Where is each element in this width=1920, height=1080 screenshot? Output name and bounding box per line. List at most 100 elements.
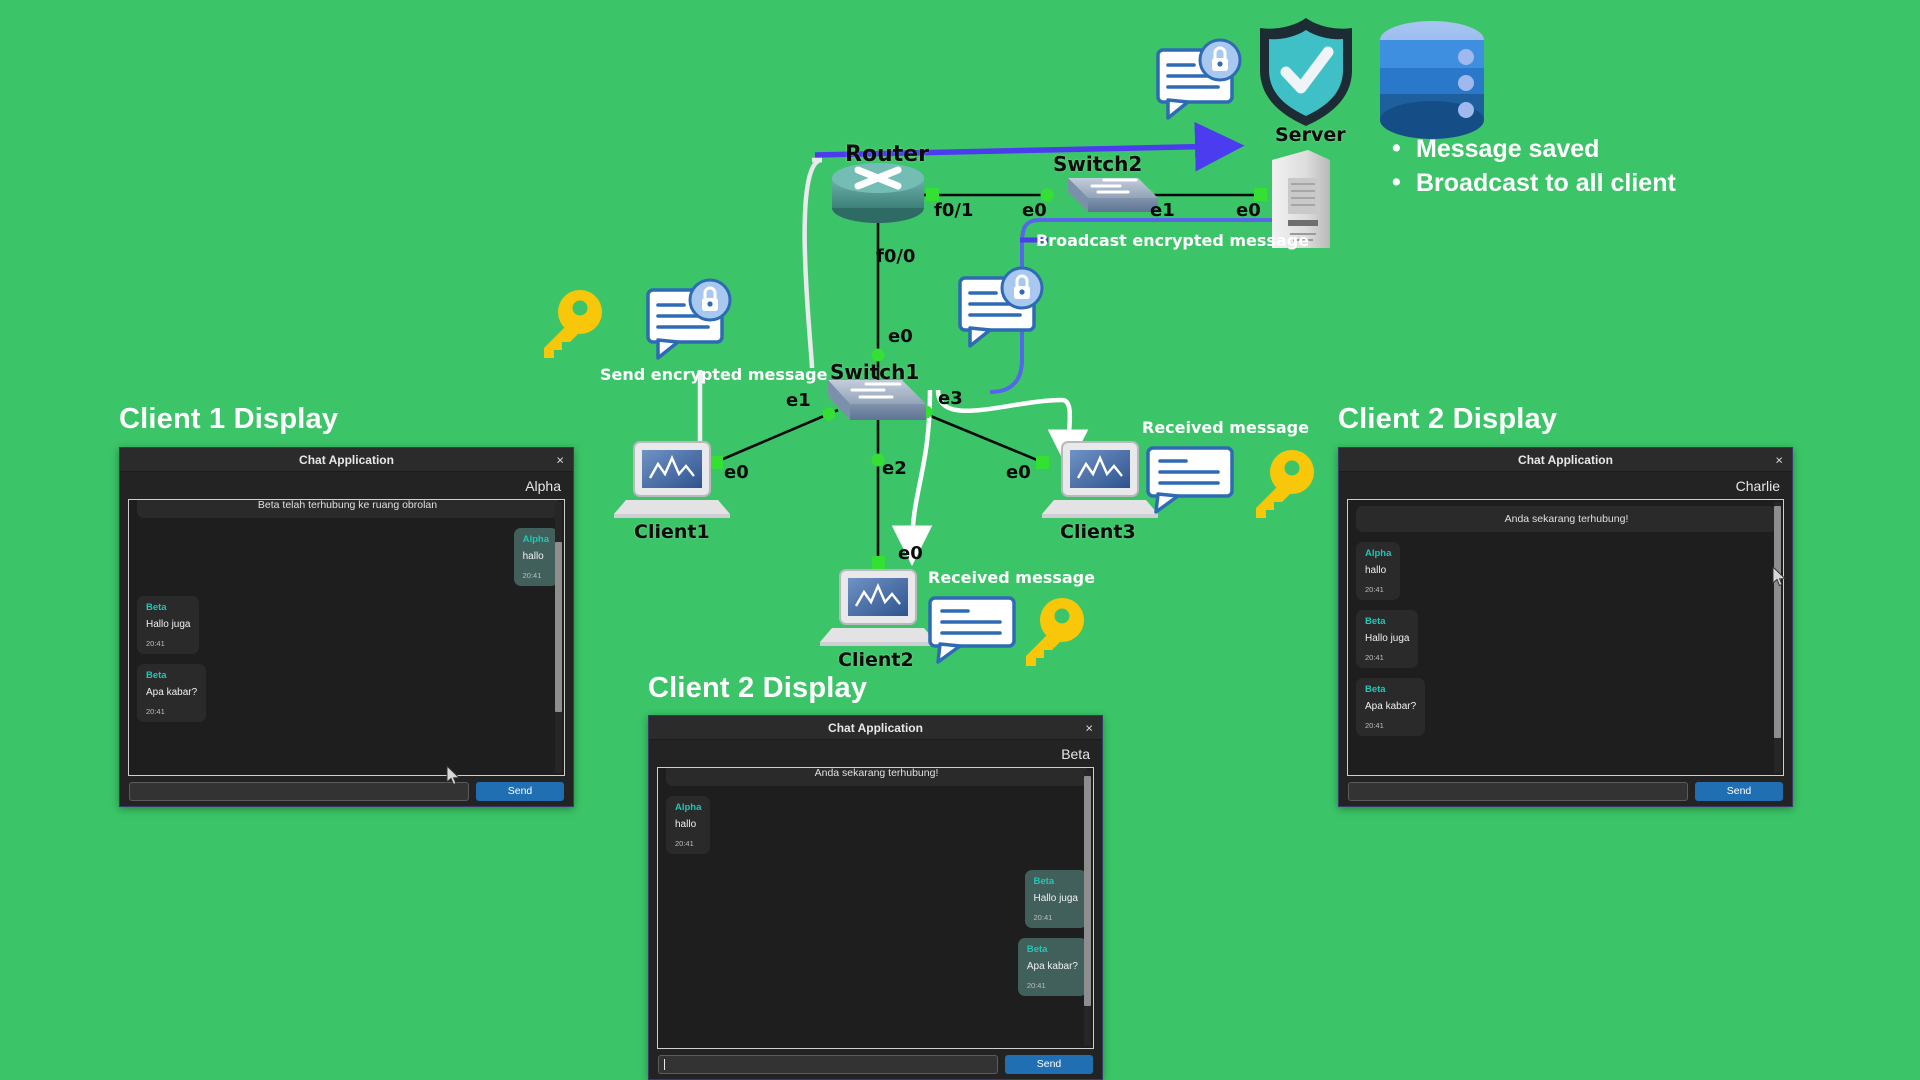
message-text: hallo [675, 819, 697, 830]
message-bubble: Alpha hallo 20:41 [1356, 542, 1401, 600]
node-label-client1: Client1 [634, 521, 710, 543]
close-icon[interactable]: × [1775, 453, 1783, 466]
message-bubble: Beta Hallo juga 20:41 [1356, 610, 1419, 668]
message-sender: Alpha [675, 802, 702, 813]
message-bubble: Beta Apa kabar? 20:41 [1017, 938, 1087, 996]
message-bubble: Beta Hallo juga 20:41 [137, 596, 200, 654]
composer: Send [120, 776, 573, 806]
node-label-client2: Client2 [838, 649, 914, 671]
node-label-switch2: Switch2 [1053, 152, 1143, 176]
message-sender: Beta [1026, 944, 1048, 955]
message-sender: Beta [146, 602, 167, 613]
message-input[interactable] [658, 1054, 998, 1074]
send-button[interactable]: Send [1005, 1054, 1093, 1074]
message-text: Hallo juga [146, 619, 191, 630]
port-label-switch1-e2: e2 [882, 458, 907, 479]
titlebar[interactable]: Chat Application × [1339, 448, 1792, 472]
node-label-server: Server [1275, 124, 1346, 146]
send-button[interactable]: Send [1695, 781, 1783, 801]
message-list: Anda sekarang terhubung! Alpha hallo 20:… [658, 768, 1093, 1048]
flow-label-received-client3: Received message [1142, 418, 1309, 437]
port-label-server-e0: e0 [1236, 200, 1261, 221]
mouse-cursor-icon [1772, 566, 1787, 587]
system-message: Anda sekarang terhubung! [666, 768, 1087, 786]
port-label-switch1-e1: e1 [786, 390, 811, 411]
chat-window-client1[interactable]: Chat Application × Alpha Beta telah terh… [119, 447, 574, 807]
message-text: hallo [522, 551, 544, 562]
close-icon[interactable]: × [1085, 721, 1093, 734]
current-username: Beta [1061, 745, 1090, 762]
label-client2-display-right: Client 2 Display [1338, 403, 1558, 435]
flow-label-send-encrypted: Send encrypted message [600, 365, 828, 384]
current-username: Charlie [1735, 477, 1780, 494]
message-scrollbar[interactable] [555, 502, 562, 773]
chat-window-client2-right[interactable]: Chat Application × Charlie Anda sekarang… [1338, 447, 1793, 807]
slide-canvas: Router Switch2 Server Switch1 Client1 Cl… [0, 0, 1920, 1080]
message-sender: Beta [1033, 876, 1055, 887]
port-label-switch2-e0: e0 [1022, 200, 1047, 221]
message-time: 20:41 [1365, 585, 1384, 594]
message-time: 20:41 [1026, 981, 1046, 990]
label-client1-display: Client 1 Display [119, 403, 339, 435]
port-label-client2-e0: e0 [898, 543, 923, 564]
chat-window-client2-center[interactable]: Chat Application × Beta Anda sekarang te… [648, 715, 1103, 1080]
node-label-switch1: Switch1 [830, 360, 920, 384]
message-sender: Beta [1365, 616, 1386, 627]
message-bubble: Beta Apa kabar? 20:41 [1356, 678, 1426, 736]
message-input[interactable] [129, 781, 469, 801]
message-text: Hallo juga [1365, 633, 1410, 644]
composer: Send [1339, 776, 1792, 806]
message-text: Apa kabar? [146, 687, 198, 698]
message-text: Hallo juga [1033, 893, 1078, 904]
message-bubble: Beta Hallo juga 20:41 [1024, 870, 1087, 928]
message-time: 20:41 [1033, 913, 1053, 922]
window-title: Chat Application [1518, 452, 1613, 467]
message-sender: Beta [1365, 684, 1386, 695]
message-bubble: Alpha hallo 20:41 [513, 528, 558, 586]
server-action-list: Message saved Broadcast to all client [1390, 132, 1676, 201]
node-label-client3: Client3 [1060, 521, 1136, 543]
titlebar[interactable]: Chat Application × [120, 448, 573, 472]
message-area[interactable]: Beta telah terhubung ke ruang obrolan Al… [128, 499, 565, 776]
system-message: Anda sekarang terhubung! [1356, 506, 1777, 532]
port-label-switch1-e0: e0 [888, 326, 913, 347]
message-scrollbar[interactable] [1774, 502, 1781, 773]
message-time: 20:41 [522, 571, 542, 580]
message-list: Beta telah terhubung ke ruang obrolan Al… [129, 500, 564, 775]
message-time: 20:41 [1365, 653, 1384, 662]
label-client2-display-center: Client 2 Display [648, 672, 868, 704]
message-time: 20:41 [675, 839, 694, 848]
system-message: Beta telah terhubung ke ruang obrolan [137, 500, 558, 518]
message-text: Apa kabar? [1365, 701, 1417, 712]
port-label-router-f01: f0/1 [934, 200, 974, 221]
scrollbar-thumb[interactable] [555, 542, 562, 712]
message-area[interactable]: Anda sekarang terhubung! Alpha hallo 20:… [657, 767, 1094, 1049]
message-scrollbar[interactable] [1084, 770, 1091, 1046]
flow-label-broadcast-encrypted: Broadcast encrypted message [1036, 231, 1310, 250]
scrollbar-thumb[interactable] [1084, 776, 1091, 1006]
message-sender: Beta [146, 670, 167, 681]
message-bubble: Beta Apa kabar? 20:41 [137, 664, 207, 722]
message-list: Anda sekarang terhubung! Alpha hallo 20:… [1348, 500, 1783, 775]
message-sender: Alpha [522, 534, 549, 545]
port-label-client3-e0: e0 [1006, 462, 1031, 483]
message-time: 20:41 [1365, 721, 1384, 730]
port-label-client1-e0: e0 [724, 462, 749, 483]
send-button[interactable]: Send [476, 781, 564, 801]
port-label-router-f00: f0/0 [876, 246, 916, 267]
mouse-cursor-icon [446, 765, 461, 786]
close-icon[interactable]: × [556, 453, 564, 466]
scrollbar-thumb[interactable] [1774, 506, 1781, 738]
message-area[interactable]: Anda sekarang terhubung! Alpha hallo 20:… [1347, 499, 1784, 776]
message-text: Apa kabar? [1026, 961, 1078, 972]
titlebar[interactable]: Chat Application × [649, 716, 1102, 740]
node-label-router: Router [845, 142, 930, 167]
bullet-item: Message saved [1390, 132, 1676, 167]
current-username: Alpha [525, 477, 561, 494]
user-bar: Charlie [1339, 472, 1792, 499]
message-input[interactable] [1348, 781, 1688, 801]
text-caret [664, 1058, 665, 1070]
message-time: 20:41 [146, 639, 165, 648]
bullet-item: Broadcast to all client [1390, 166, 1676, 201]
port-label-switch2-e1: e1 [1150, 200, 1175, 221]
